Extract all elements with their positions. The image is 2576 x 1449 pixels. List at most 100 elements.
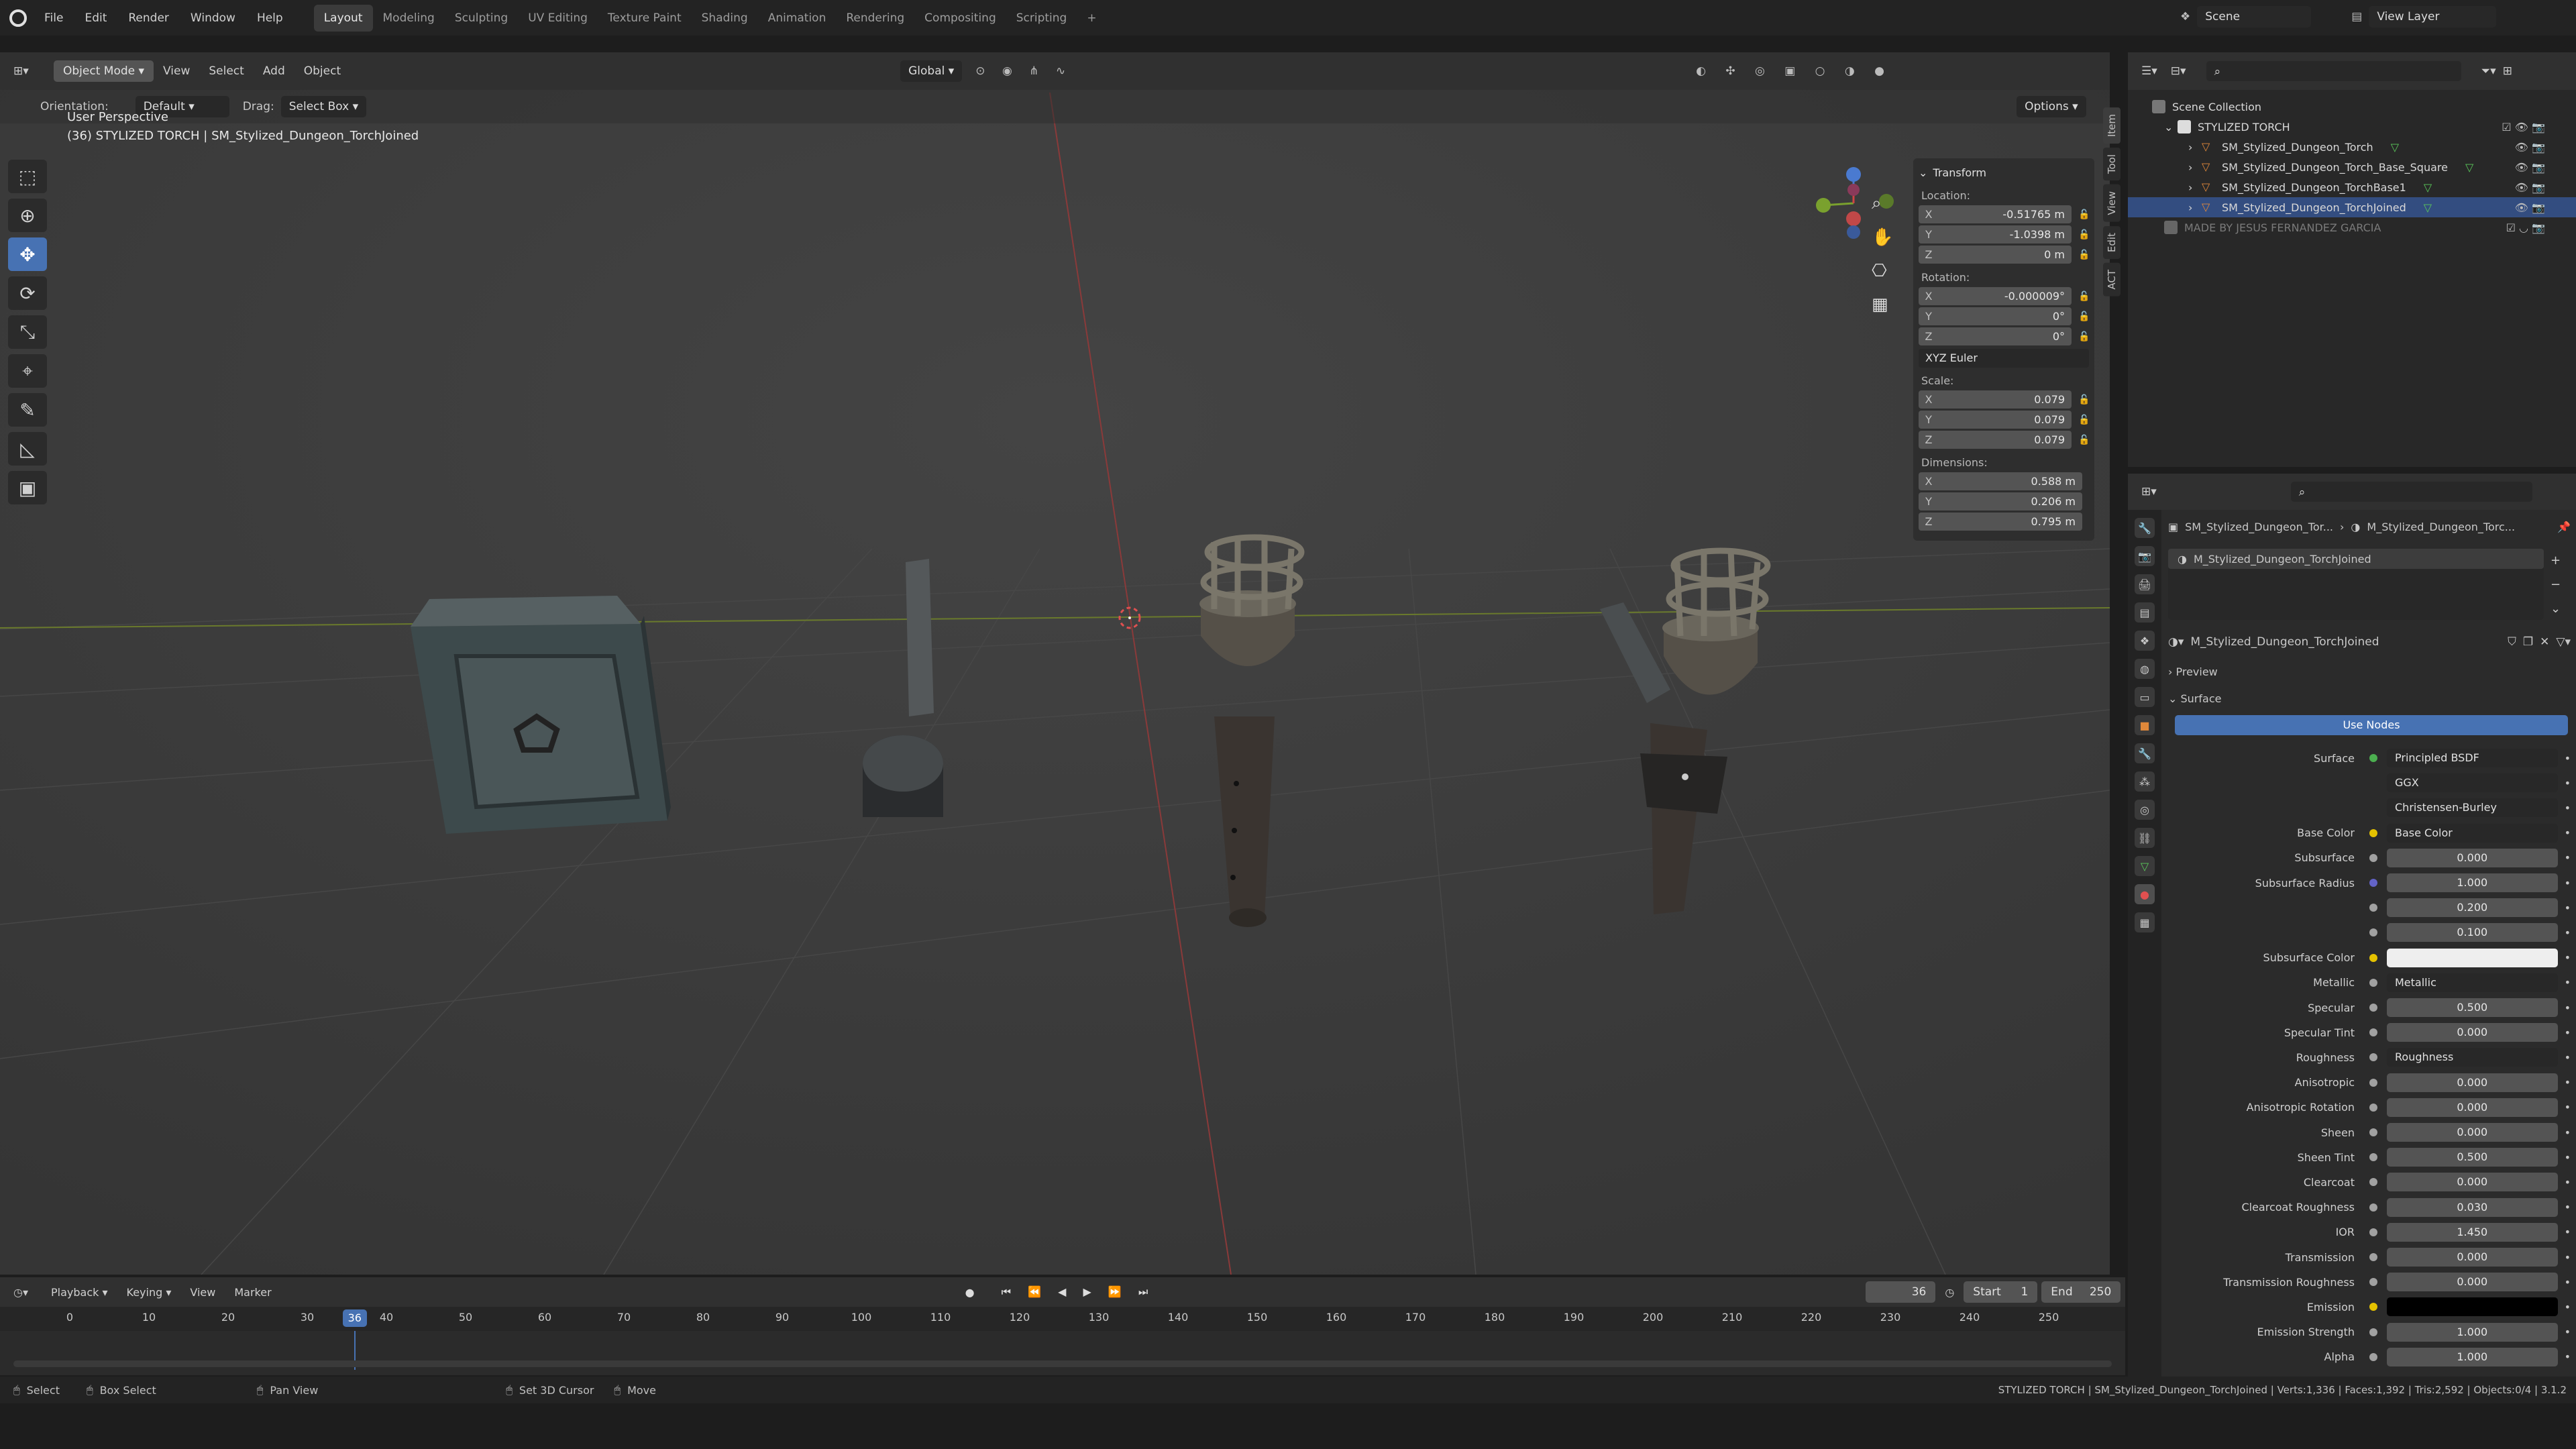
keyframe-icon[interactable]: • <box>2565 902 2571 914</box>
slot-buttons[interactable]: + − ⌄ <box>2551 549 2561 621</box>
expand-icon[interactable]: › <box>2188 161 2202 174</box>
visibility-icons[interactable]: 👁 📷 <box>2515 181 2545 194</box>
use-nodes-button[interactable]: Use Nodes <box>2175 715 2568 735</box>
outliner-item[interactable]: › ▽ SM_Stylized_Dungeon_TorchBase1 ▽ 👁 📷 <box>2152 177 2576 197</box>
keyframe-icon[interactable]: • <box>2565 752 2571 765</box>
timeline-menu-keying[interactable]: Keying ▾ <box>117 1286 181 1299</box>
menu-file[interactable]: File <box>34 5 74 32</box>
gizmo-y-icon[interactable] <box>1816 198 1831 213</box>
view-layer-selector[interactable]: View Layer <box>2369 6 2497 28</box>
socket-icon[interactable] <box>2369 1178 2377 1187</box>
viewport-menu-object[interactable]: Object <box>294 64 350 78</box>
bsdf-value-field[interactable]: 0.000 <box>2387 1023 2558 1042</box>
current-frame-field[interactable]: 36 <box>1866 1281 1936 1303</box>
select-tool-icon[interactable]: ⬚ <box>8 160 47 193</box>
mode-selector[interactable]: Object Mode ▾ <box>54 60 154 82</box>
tab-sculpting[interactable]: Sculpting <box>445 5 518 32</box>
playback-controls-icons[interactable]: ⏮ ⏪ ◀ ▶ ⏩ ⏭ <box>1002 1285 1155 1299</box>
blender-logo-icon[interactable] <box>9 9 27 27</box>
keyframe-icon[interactable]: • <box>2565 1026 2571 1039</box>
bsdf-value-field[interactable]: 0.000 <box>2387 1073 2558 1092</box>
scene-selector[interactable]: Scene <box>2197 6 2312 28</box>
bsdf-value-field[interactable]: 0.000 <box>2387 1273 2558 1292</box>
keyframe-icon[interactable]: • <box>2565 951 2571 964</box>
keyframe-icon[interactable]: • <box>2565 826 2571 839</box>
keyframe-icon[interactable]: • <box>2565 926 2571 939</box>
properties-editor-icon[interactable]: ⊞▾ <box>2141 485 2157 498</box>
tab-uv-editing[interactable]: UV Editing <box>518 5 598 32</box>
physics-tab-icon[interactable]: ◎ <box>2135 800 2155 820</box>
viewport-menu-select[interactable]: Select <box>199 64 253 78</box>
expand-icon[interactable]: › <box>2188 181 2202 194</box>
keyframe-icon[interactable]: • <box>2565 802 2571 814</box>
playhead-frame-badge[interactable]: 36 <box>342 1309 367 1327</box>
keyframe-icon[interactable]: • <box>2565 777 2571 790</box>
dimension-x-field[interactable]: 0.588 m <box>1939 472 2082 490</box>
scale-y-field[interactable]: 0.079 <box>1939 411 2072 429</box>
keyframe-icon[interactable]: • <box>2565 976 2571 989</box>
keyframe-icon[interactable]: • <box>2565 1051 2571 1064</box>
unlink-material-icon[interactable]: ✕ <box>2540 635 2549 649</box>
expand-icon[interactable]: › <box>2188 201 2202 214</box>
keyframe-icon[interactable]: • <box>2565 1002 2571 1014</box>
outliner-collection-stylized-torch[interactable]: ⌄ STYLIZED TORCH ☑ 👁 📷 <box>2152 117 2576 137</box>
outliner-item-selected[interactable]: › ▽ SM_Stylized_Dungeon_TorchJoined ▽ 👁 📷 <box>2128 197 2576 217</box>
add-workspace-button[interactable]: + <box>1077 5 1106 32</box>
constraints-tab-icon[interactable]: ⛓ <box>2135 828 2155 848</box>
tab-tool[interactable]: Tool <box>2103 148 2121 181</box>
socket-icon[interactable] <box>2369 1303 2377 1311</box>
torch-base-square[interactable] <box>411 596 671 834</box>
viewport-shading-icons[interactable]: ◐ ✣ ◎ ▣ ○ ◑ ● <box>1696 64 1892 78</box>
add-cube-tool-icon[interactable]: ▣ <box>8 471 47 504</box>
tab-animation[interactable]: Animation <box>758 5 837 32</box>
material-tab-icon[interactable]: ● <box>2135 884 2155 904</box>
keyframe-icon[interactable]: • <box>2565 851 2571 864</box>
socket-icon[interactable] <box>2369 904 2377 912</box>
menu-edit[interactable]: Edit <box>74 5 117 32</box>
node-link-icon[interactable]: ▽▾ <box>2556 635 2571 649</box>
bsdf-linked-input[interactable]: Principled BSDF <box>2387 749 2558 767</box>
socket-icon[interactable] <box>2369 1203 2377 1212</box>
visibility-icons[interactable]: 👁 📷 <box>2515 141 2545 154</box>
lock-icon[interactable]: 🔓 <box>2078 331 2090 342</box>
display-mode-icon[interactable]: ⊟▾ <box>2171 64 2186 78</box>
visibility-icons[interactable]: 👁 📷 <box>2515 161 2545 174</box>
duplicate-material-icon[interactable]: ❐ <box>2523 635 2533 649</box>
filter-icon[interactable]: ⏷▾ <box>2481 64 2496 78</box>
outliner-item[interactable]: › ▽ SM_Stylized_Dungeon_Torch_Base_Square ▽… <box>2152 157 2576 177</box>
lock-icon[interactable]: 🔓 <box>2078 209 2090 220</box>
gizmo-x-icon[interactable] <box>1846 211 1861 226</box>
socket-icon[interactable] <box>2369 1028 2377 1037</box>
texture-tab-icon[interactable]: ▦ <box>2135 912 2155 932</box>
rotation-x-field[interactable]: -0.000009° <box>1939 287 2072 305</box>
rotation-z-field[interactable]: 0° <box>1939 327 2072 345</box>
keyframe-icon[interactable]: • <box>2565 877 2571 890</box>
scale-z-field[interactable]: 0.079 <box>1939 431 2072 449</box>
pan-hand-icon[interactable]: ✋ <box>1872 227 1893 248</box>
socket-icon[interactable] <box>2369 1004 2377 1012</box>
particles-tab-icon[interactable]: ⁂ <box>2135 771 2155 792</box>
socket-icon[interactable] <box>2369 1352 2377 1361</box>
keyframe-icon[interactable]: • <box>2565 1326 2571 1338</box>
bsdf-value-field[interactable]: 0.100 <box>2387 923 2558 943</box>
socket-icon[interactable] <box>2369 754 2377 762</box>
visibility-icons[interactable]: ☑ 👁 📷 <box>2502 121 2545 133</box>
tab-layout[interactable]: Layout <box>313 4 373 32</box>
keyframe-icon[interactable]: • <box>2565 1176 2571 1189</box>
bsdf-dropdown[interactable]: Christensen-Burley <box>2387 798 2558 818</box>
keyframe-icon[interactable]: • <box>2565 1101 2571 1114</box>
bsdf-value-field[interactable]: 0.500 <box>2387 998 2558 1017</box>
lock-icon[interactable]: 🔓 <box>2078 229 2090 240</box>
dimension-z-field[interactable]: 0.795 m <box>1939 513 2082 531</box>
bsdf-value-field[interactable]: 0.030 <box>2387 1197 2558 1217</box>
keyframe-icon[interactable]: • <box>2565 1201 2571 1214</box>
timeline-menu-view[interactable]: View <box>180 1286 225 1299</box>
lock-icon[interactable]: 🔓 <box>2078 435 2090 445</box>
menu-window[interactable]: Window <box>180 5 246 32</box>
annotate-tool-icon[interactable]: ✎ <box>8 393 47 427</box>
lock-icon[interactable]: 🔓 <box>2078 415 2090 425</box>
collection-tab-icon[interactable]: ▭ <box>2135 687 2155 707</box>
grid-view-icon[interactable]: ▦ <box>1872 294 1893 315</box>
location-x-field[interactable]: -0.51765 m <box>1939 205 2072 223</box>
socket-icon[interactable] <box>2369 1153 2377 1162</box>
